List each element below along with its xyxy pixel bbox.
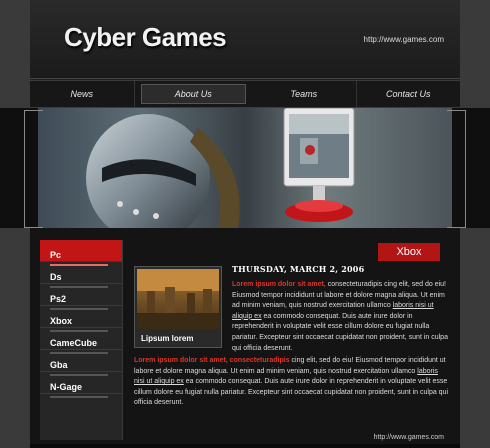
sidebar-item-label: Xbox: [50, 316, 73, 326]
nav-contact-us[interactable]: Contact Us: [357, 81, 461, 107]
paragraph-lead: Lorem ipsum dolor sit amet, consectetura…: [134, 357, 290, 364]
sidebar-item-xbox[interactable]: Xbox: [40, 306, 122, 332]
sidebar-item-gamecube[interactable]: CameCube: [40, 328, 122, 354]
header: Cyber Games http://www.games.com: [30, 0, 460, 79]
article-date: THURSDAY, MARCH 2, 2006: [232, 264, 365, 274]
sidebar-item-ps2[interactable]: Ps2: [40, 284, 122, 310]
site-logo-title[interactable]: Cyber Games: [64, 22, 227, 53]
sidebar-item-label: Pc: [50, 250, 62, 260]
sidebar-item-label: Ds: [50, 272, 62, 282]
sidebar-item-label: Ps2: [50, 294, 67, 304]
article-paragraph-2: Lorem ipsum dolor sit amet, consectetura…: [134, 356, 450, 409]
sidebar-item-label: Gba: [50, 360, 68, 370]
article-paragraph-1: Lorem ipsum dolor sit amet, consectetura…: [232, 280, 450, 354]
nav-about-us[interactable]: About Us: [140, 84, 246, 104]
platform-tab[interactable]: Xbox: [378, 243, 440, 261]
footer-bar: [30, 444, 460, 448]
article-thumbnail[interactable]: Lipsum lorem: [134, 266, 222, 348]
main-nav: News About Us Teams Contact Us: [30, 80, 460, 108]
sidebar-item-ds[interactable]: Ds: [40, 262, 122, 288]
nav-teams[interactable]: Teams: [252, 81, 357, 107]
sidebar-item-n-gage[interactable]: N-Gage: [40, 372, 122, 398]
banner-image: [38, 108, 452, 228]
knight-helmet-image: [86, 114, 240, 228]
sidebar-item-pc[interactable]: Pc: [40, 240, 122, 266]
paragraph-lead: Lorem ipsum dolor sit amet,: [232, 281, 326, 288]
banner-frame-left: [24, 110, 43, 228]
sidebar-item-label: CameCube: [50, 338, 98, 348]
page: Cyber Games http://www.games.com News Ab…: [0, 0, 490, 448]
nav-news[interactable]: News: [30, 81, 135, 107]
paragraph-text: ea commodo consequat. Duis aute irure do…: [232, 312, 448, 352]
sidebar-item-underline: [50, 396, 108, 398]
sidebar-item-gba[interactable]: Gba: [40, 350, 122, 376]
sidebar-item-label: N-Gage: [50, 382, 83, 392]
header-url[interactable]: http://www.games.com: [364, 35, 444, 44]
thumbnail-caption: Lipsum lorem: [141, 334, 194, 343]
banner-frame-right: [447, 110, 466, 228]
footer-url[interactable]: http://www.games.com: [374, 434, 444, 441]
monitor-icon: [283, 108, 355, 222]
article-thumbnail-image: [137, 269, 219, 329]
battle-scene-image: [137, 269, 219, 329]
platform-sidebar: Pc Ds Ps2 Xbox CameCube Gba N-Gage: [40, 240, 123, 440]
